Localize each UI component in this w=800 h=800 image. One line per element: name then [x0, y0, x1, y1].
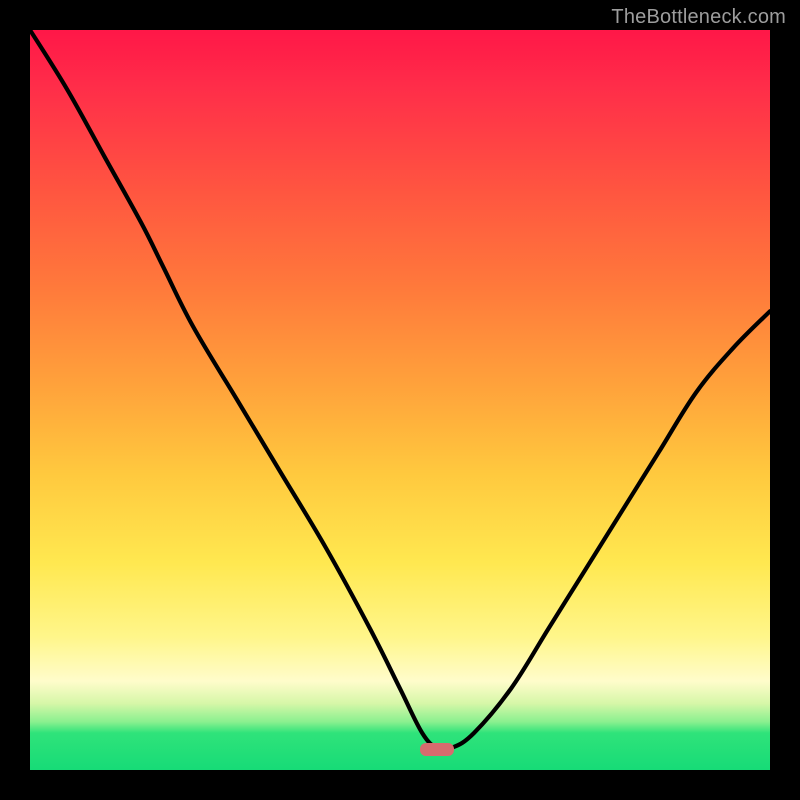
bottleneck-curve [30, 30, 770, 770]
plot-area [30, 30, 770, 770]
watermark-text: TheBottleneck.com [611, 6, 786, 29]
optimum-marker [420, 743, 454, 756]
chart-frame: TheBottleneck.com [0, 0, 800, 800]
